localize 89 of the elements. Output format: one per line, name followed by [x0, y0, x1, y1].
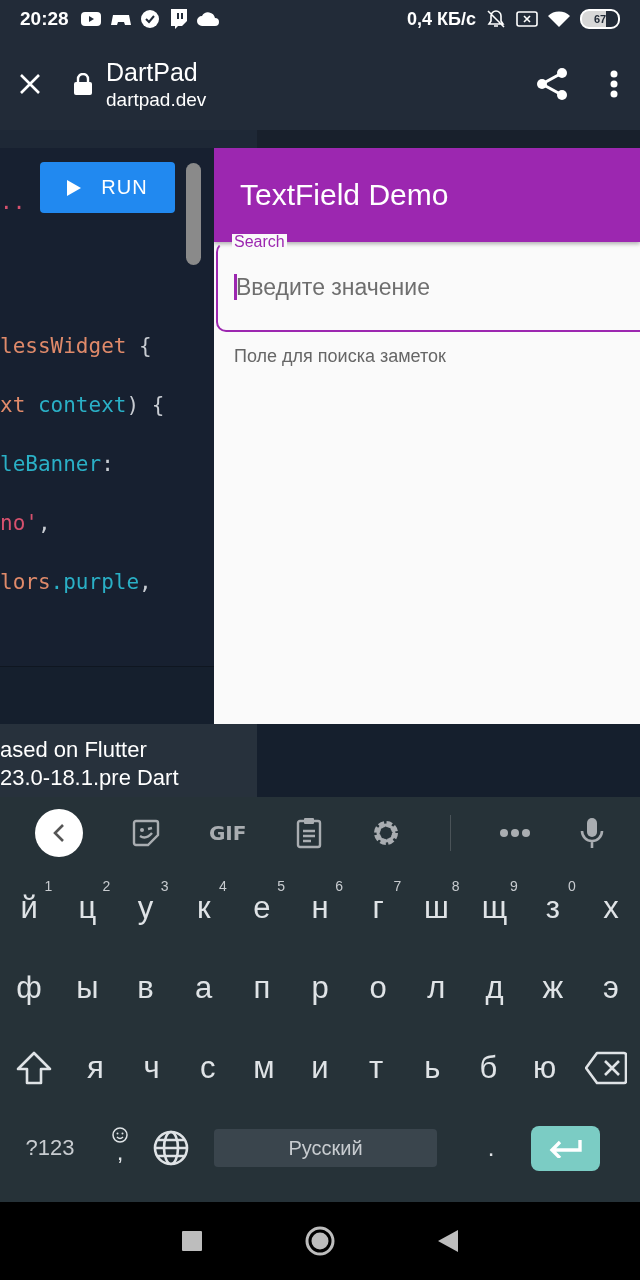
bell-off-icon [486, 9, 506, 29]
keyboard-key[interactable]: у 3 [116, 878, 175, 938]
keyboard-key[interactable]: р [290, 958, 350, 1018]
keyboard-key[interactable]: ы [58, 958, 117, 1018]
battery-indicator: 67 [580, 9, 620, 29]
code-line: lors.purple, [0, 570, 153, 595]
keyboard-key[interactable]: э [581, 958, 640, 1018]
share-icon [536, 67, 568, 101]
key-hint: 1 [44, 878, 53, 894]
keyboard-key[interactable]: м [235, 1038, 292, 1098]
keyboard-key[interactable]: г 7 [349, 878, 408, 938]
page-url: dartpad.dev [106, 88, 207, 111]
gif-button[interactable]: GIF [208, 820, 247, 845]
keyboard-key[interactable]: н 6 [290, 878, 350, 938]
keyboard-key[interactable]: з 0 [523, 878, 582, 938]
console-text: ased on Flutter 23.0-18.1.pre Dart [0, 736, 180, 792]
space-bar[interactable]: Русский [214, 1129, 437, 1167]
key-hint: 5 [277, 878, 285, 894]
scrollbar-thumb[interactable] [186, 163, 201, 265]
keyboard-key[interactable]: ю [516, 1038, 573, 1098]
keyboard-key[interactable]: ц 2 [58, 878, 117, 938]
code-line: no', [0, 511, 52, 536]
keyboard-key[interactable]: ж [523, 958, 582, 1018]
keyboard-key[interactable]: т [348, 1038, 405, 1098]
more-vertical-icon [610, 70, 618, 98]
key-hint: 2 [102, 878, 111, 894]
keyboard-key[interactable]: в [116, 958, 175, 1018]
video-play-icon [80, 12, 101, 26]
microphone-icon[interactable] [579, 816, 606, 849]
keyboard-key[interactable]: д [465, 958, 524, 1018]
code-line: leBanner: [0, 452, 115, 477]
chevron-left-icon [51, 822, 66, 843]
play-icon [67, 179, 82, 196]
keyboard-key[interactable]: б [460, 1038, 517, 1098]
close-icon [18, 72, 42, 96]
key-hint: 0 [568, 878, 576, 894]
period-key[interactable]: . [451, 1118, 531, 1178]
chat-bubble-icon [168, 9, 187, 29]
sticker-icon[interactable] [131, 818, 160, 847]
keyboard-key[interactable]: ь [404, 1038, 461, 1098]
page-title: DartPad [106, 57, 199, 87]
key-hint: 7 [393, 878, 402, 894]
keyboard-key[interactable]: х [581, 878, 640, 938]
check-circle-icon [140, 10, 159, 28]
recents-icon[interactable] [181, 1231, 202, 1251]
keyboard-key[interactable]: л [407, 958, 466, 1018]
helper-text: Поле для поиска заметок [234, 346, 447, 367]
keyboard-key[interactable]: о [349, 958, 408, 1018]
code-line: xt context) { [0, 393, 166, 418]
network-speed: 0,4 КБ/с [407, 8, 476, 30]
shift-icon [15, 1051, 52, 1085]
keyboard-key[interactable]: я [67, 1038, 124, 1098]
status-time: 20:28 [20, 8, 69, 30]
globe-icon [153, 1130, 189, 1166]
keyboard-key[interactable]: е 5 [232, 878, 291, 938]
cloud-icon [196, 12, 219, 26]
sim-x-icon [516, 11, 538, 27]
wifi-icon [548, 11, 570, 27]
keyboard-key[interactable]: п [232, 958, 291, 1018]
more-horizontal-icon[interactable] [500, 828, 531, 837]
smiley-icon [112, 1127, 128, 1143]
lock-icon [74, 73, 92, 95]
keyboard-key[interactable]: к 4 [174, 878, 233, 938]
run-button[interactable]: RUN [40, 162, 175, 213]
field-label: Search [232, 234, 287, 250]
keyboard-key[interactable]: й 1 [0, 878, 59, 938]
back-icon[interactable] [438, 1230, 459, 1252]
key-hint: 6 [335, 878, 344, 894]
keyboard-key[interactable]: ш 8 [407, 878, 466, 938]
keyboard-key[interactable]: ч [123, 1038, 180, 1098]
key-hint: 8 [451, 878, 460, 894]
keyboard-key[interactable]: ф [0, 958, 59, 1018]
code-line: .. [0, 190, 27, 215]
backspace-icon [585, 1051, 628, 1085]
enter-arrow-icon [548, 1138, 583, 1158]
keyboard-key[interactable]: щ 9 [465, 878, 524, 938]
text-cursor [234, 274, 237, 300]
clipboard-icon[interactable] [295, 816, 322, 849]
home-icon[interactable] [305, 1226, 335, 1256]
key-hint: 3 [160, 878, 169, 894]
comma-key[interactable]: , [100, 1118, 140, 1178]
key-hint: 9 [509, 878, 518, 894]
keyboard-key[interactable]: а [174, 958, 233, 1018]
keyboard-key[interactable]: и [291, 1038, 349, 1098]
enter-key[interactable] [531, 1125, 600, 1171]
symbols-key[interactable]: ?123 [0, 1118, 100, 1178]
key-hint: 4 [218, 878, 227, 894]
code-line: lessWidget { [0, 334, 153, 359]
keyboard-key[interactable]: с [179, 1038, 236, 1098]
